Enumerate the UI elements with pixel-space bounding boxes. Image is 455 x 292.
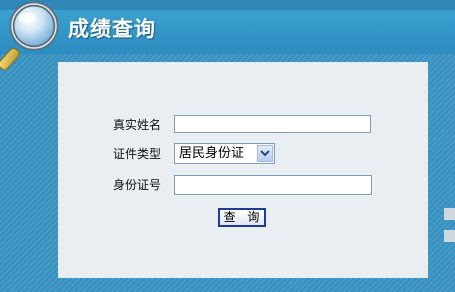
query-button[interactable]: 查 询 (218, 208, 266, 227)
id-number-input[interactable] (174, 175, 372, 195)
chevron-down-icon (260, 150, 270, 157)
scroll-edge-mark (444, 208, 455, 220)
scroll-edge-mark (444, 230, 455, 242)
id-type-select[interactable]: 居民身份证 (174, 143, 275, 164)
name-input[interactable] (174, 115, 371, 133)
id-type-row: 证件类型 居民身份证 (58, 143, 428, 165)
query-panel: 真实姓名 证件类型 居民身份证 身份证号 查 询 (58, 62, 428, 278)
id-type-label: 证件类型 (113, 147, 162, 161)
id-number-label: 身份证号 (113, 178, 162, 192)
dropdown-button[interactable] (257, 145, 273, 162)
name-row: 真实姓名 (58, 114, 428, 136)
id-type-selected: 居民身份证 (179, 146, 245, 161)
page-title: 成绩查询 (68, 17, 156, 41)
id-number-row: 身份证号 (58, 174, 428, 196)
name-label: 真实姓名 (113, 118, 162, 132)
